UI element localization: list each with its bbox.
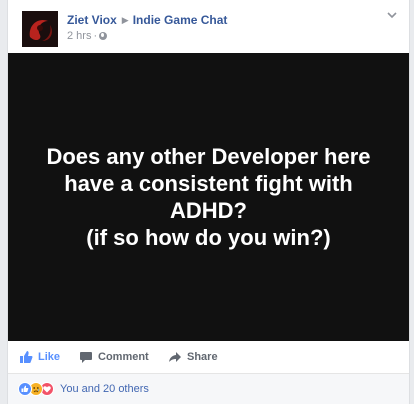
- post-header: Ziet Viox ▶ Indie Game Chat 2 hrs ·: [8, 0, 409, 53]
- timestamp-link[interactable]: 2 hrs: [67, 30, 91, 42]
- meta-separator: ·: [93, 30, 98, 42]
- reaction-icons[interactable]: [18, 382, 58, 396]
- play-arrow-icon: ▶: [121, 15, 129, 25]
- comment-button[interactable]: Comment: [79, 341, 149, 373]
- avatar-image: [22, 11, 58, 47]
- avatar[interactable]: [22, 11, 58, 47]
- share-button[interactable]: Share: [168, 341, 218, 373]
- post-card: Ziet Viox ▶ Indie Game Chat 2 hrs · Does an…: [7, 0, 410, 404]
- share-label: Share: [187, 351, 218, 363]
- comment-icon: [80, 352, 92, 363]
- comment-label: Comment: [98, 351, 149, 363]
- author-name-link[interactable]: Ziet Viox: [67, 13, 117, 27]
- like-label: Like: [38, 351, 61, 363]
- like-button[interactable]: Like: [19, 341, 60, 373]
- thumbs-up-icon: [20, 351, 33, 363]
- reactions-summary: You and 20 others: [8, 374, 409, 404]
- like-reaction-icon: [18, 382, 32, 396]
- post-meta: 2 hrs ·: [67, 30, 108, 42]
- group-name-link[interactable]: Indie Game Chat: [133, 13, 228, 27]
- share-arrow-icon: [169, 352, 181, 362]
- post-image[interactable]: Does any other Developer here have a con…: [8, 53, 409, 341]
- reaction-count-link[interactable]: You and 20 others: [60, 383, 149, 395]
- globe-icon[interactable]: [99, 32, 108, 40]
- chevron-down-icon[interactable]: [385, 8, 399, 22]
- post-actions-bar: Like Comment Share: [8, 341, 409, 374]
- post-image-text: Does any other Developer here have a con…: [46, 144, 371, 250]
- post-title-line: Ziet Viox ▶ Indie Game Chat: [67, 13, 227, 27]
